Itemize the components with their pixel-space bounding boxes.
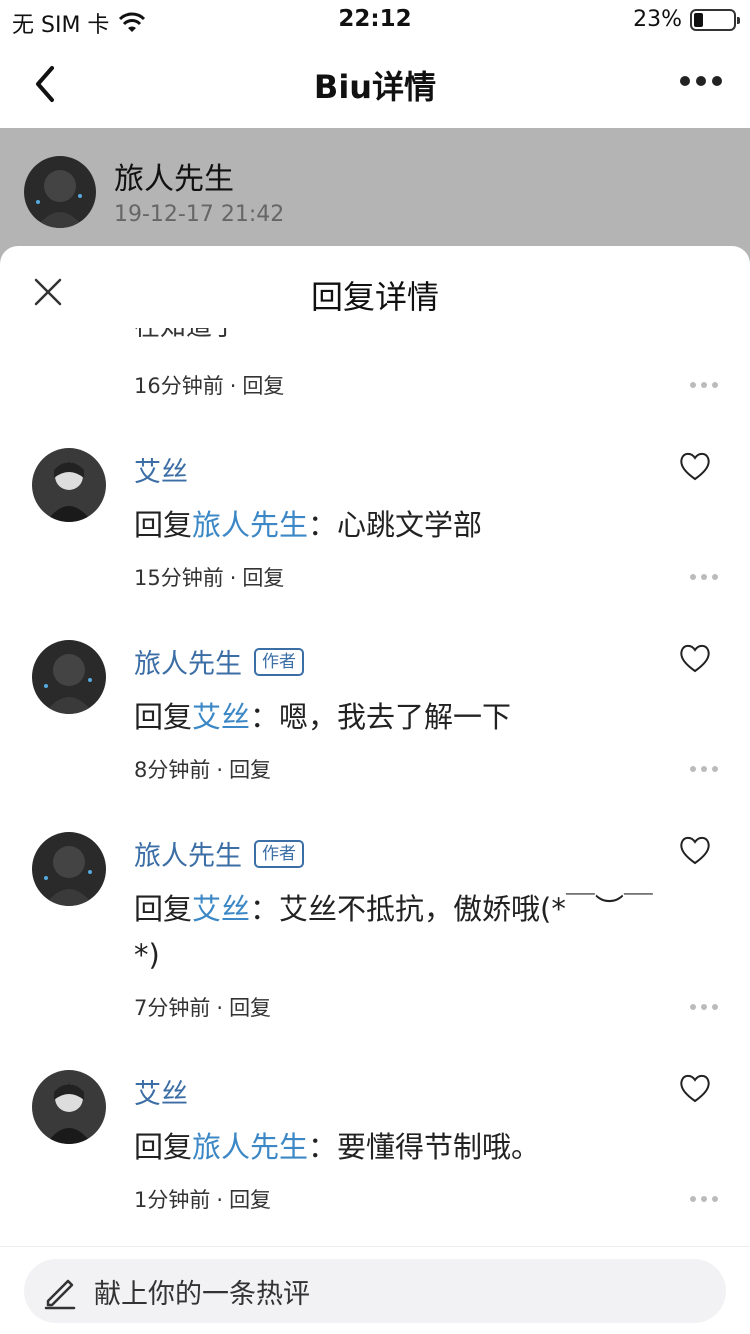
comment-meta: 8分钟前 · 回复 — [134, 758, 272, 782]
author-name[interactable]: 旅人先生 — [134, 642, 242, 681]
heart-icon[interactable] — [678, 1072, 712, 1104]
comment-time: 8分钟前 — [134, 758, 211, 782]
battery-level — [694, 12, 703, 27]
colon: ： — [250, 700, 280, 734]
more-horizontal-icon[interactable] — [680, 76, 722, 86]
colon: ： — [250, 892, 280, 926]
reply-prefix: 回复 — [134, 508, 193, 542]
colon: ： — [308, 508, 338, 542]
mention-link[interactable]: 艾丝 — [192, 700, 250, 734]
page-title: Biu详情 — [313, 68, 437, 106]
battery-icon — [690, 8, 740, 31]
reply-prefix: 回复 — [134, 892, 193, 926]
author-name[interactable]: 艾丝 — [134, 1072, 188, 1111]
post-header: 旅人先生 19-12-17 21:42 — [0, 128, 750, 258]
comment-text: 要懂得节制哦。 — [337, 1130, 541, 1164]
comment-more-icon[interactable] — [690, 766, 718, 772]
nav-bar: Biu详情 — [0, 40, 750, 128]
reply-link[interactable]: 回复 — [229, 758, 271, 782]
comment-more-icon[interactable] — [690, 1196, 718, 1202]
comment-text: 心跳文学部 — [337, 508, 483, 542]
post-timestamp: 19-12-17 21:42 — [114, 202, 285, 227]
mention-link[interactable]: 艾丝 — [192, 892, 250, 926]
comment-body: 回复艾丝：艾丝不抵抗，傲娇哦(*￣︶￣*) — [134, 886, 674, 978]
status-bar: 无 SIM 卡 22:12 23% — [0, 0, 750, 40]
avatar[interactable] — [32, 448, 106, 522]
comment-input-placeholder: 献上你的一条热评 — [94, 1278, 310, 1310]
comment-time: 15分钟前 — [134, 566, 224, 590]
battery-percent: 23% — [633, 7, 682, 32]
comment-body: 回复旅人先生：心跳文学部 — [134, 502, 674, 548]
comment-author[interactable]: 旅人先生 作者 — [134, 642, 304, 681]
heart-icon[interactable] — [678, 834, 712, 866]
mention-link[interactable]: 旅人先生 — [192, 1130, 308, 1164]
comment-more-icon[interactable] — [690, 1004, 718, 1010]
reply-prefix: 回复 — [134, 1130, 193, 1164]
colon: ： — [308, 1130, 338, 1164]
comment-time: 16分钟前 — [134, 374, 224, 398]
comment-body: 回复旅人先生：要懂得节制哦。 — [134, 1124, 674, 1170]
mention-link[interactable]: 旅人先生 — [192, 508, 308, 542]
comment-meta: 16分钟前 · 回复 — [134, 374, 285, 398]
heart-icon[interactable] — [678, 642, 712, 674]
reply-list[interactable]: 在知道了 16分钟前·回复 艾丝 回复旅人先生：心跳文学部 — [0, 328, 750, 1244]
avatar[interactable] — [32, 832, 106, 906]
comment-author[interactable]: 艾丝 — [134, 1072, 188, 1111]
author-name[interactable]: 艾丝 — [134, 450, 188, 489]
reply-link[interactable]: 回复 — [229, 996, 271, 1020]
post-author: 旅人先生 — [114, 162, 234, 197]
author-badge: 作者 — [254, 839, 304, 868]
reply-detail-sheet: 回复详情 在知道了 16分钟前·回复 艾丝 回复旅人先生 — [0, 246, 750, 1334]
avatar — [24, 156, 96, 228]
reply-link[interactable]: 回复 — [242, 566, 284, 590]
comment-author[interactable]: 艾丝 — [134, 450, 188, 489]
reply-prefix: 回复 — [134, 700, 193, 734]
comment-meta: 7分钟前 · 回复 — [134, 996, 272, 1020]
avatar[interactable] — [32, 640, 106, 714]
author-badge: 作者 — [254, 647, 304, 676]
comment-time: 7分钟前 — [134, 996, 211, 1020]
comment-meta: 15分钟前 · 回复 — [134, 566, 285, 590]
reply-link[interactable]: 回复 — [242, 374, 284, 398]
pencil-icon — [44, 1279, 76, 1310]
comment-composer-bar: 献上你的一条热评 — [0, 1246, 750, 1334]
comment-time: 1分钟前 — [134, 1188, 211, 1212]
partial-comment-text: 在知道了 — [134, 328, 238, 343]
comment-body: 回复艾丝：嗯，我去了解一下 — [134, 694, 674, 740]
heart-icon[interactable] — [678, 450, 712, 482]
reply-link[interactable]: 回复 — [229, 1188, 271, 1212]
sheet-title: 回复详情 — [310, 278, 439, 316]
comment-text: 嗯，我去了解一下 — [279, 700, 512, 734]
author-name[interactable]: 旅人先生 — [134, 834, 242, 873]
comment-meta: 1分钟前 · 回复 — [134, 1188, 272, 1212]
avatar[interactable] — [32, 1070, 106, 1144]
comment-more-icon[interactable] — [690, 382, 718, 388]
comment-more-icon[interactable] — [690, 574, 718, 580]
comment-input[interactable]: 献上你的一条热评 — [24, 1259, 726, 1323]
comment-author[interactable]: 旅人先生 作者 — [134, 834, 304, 873]
